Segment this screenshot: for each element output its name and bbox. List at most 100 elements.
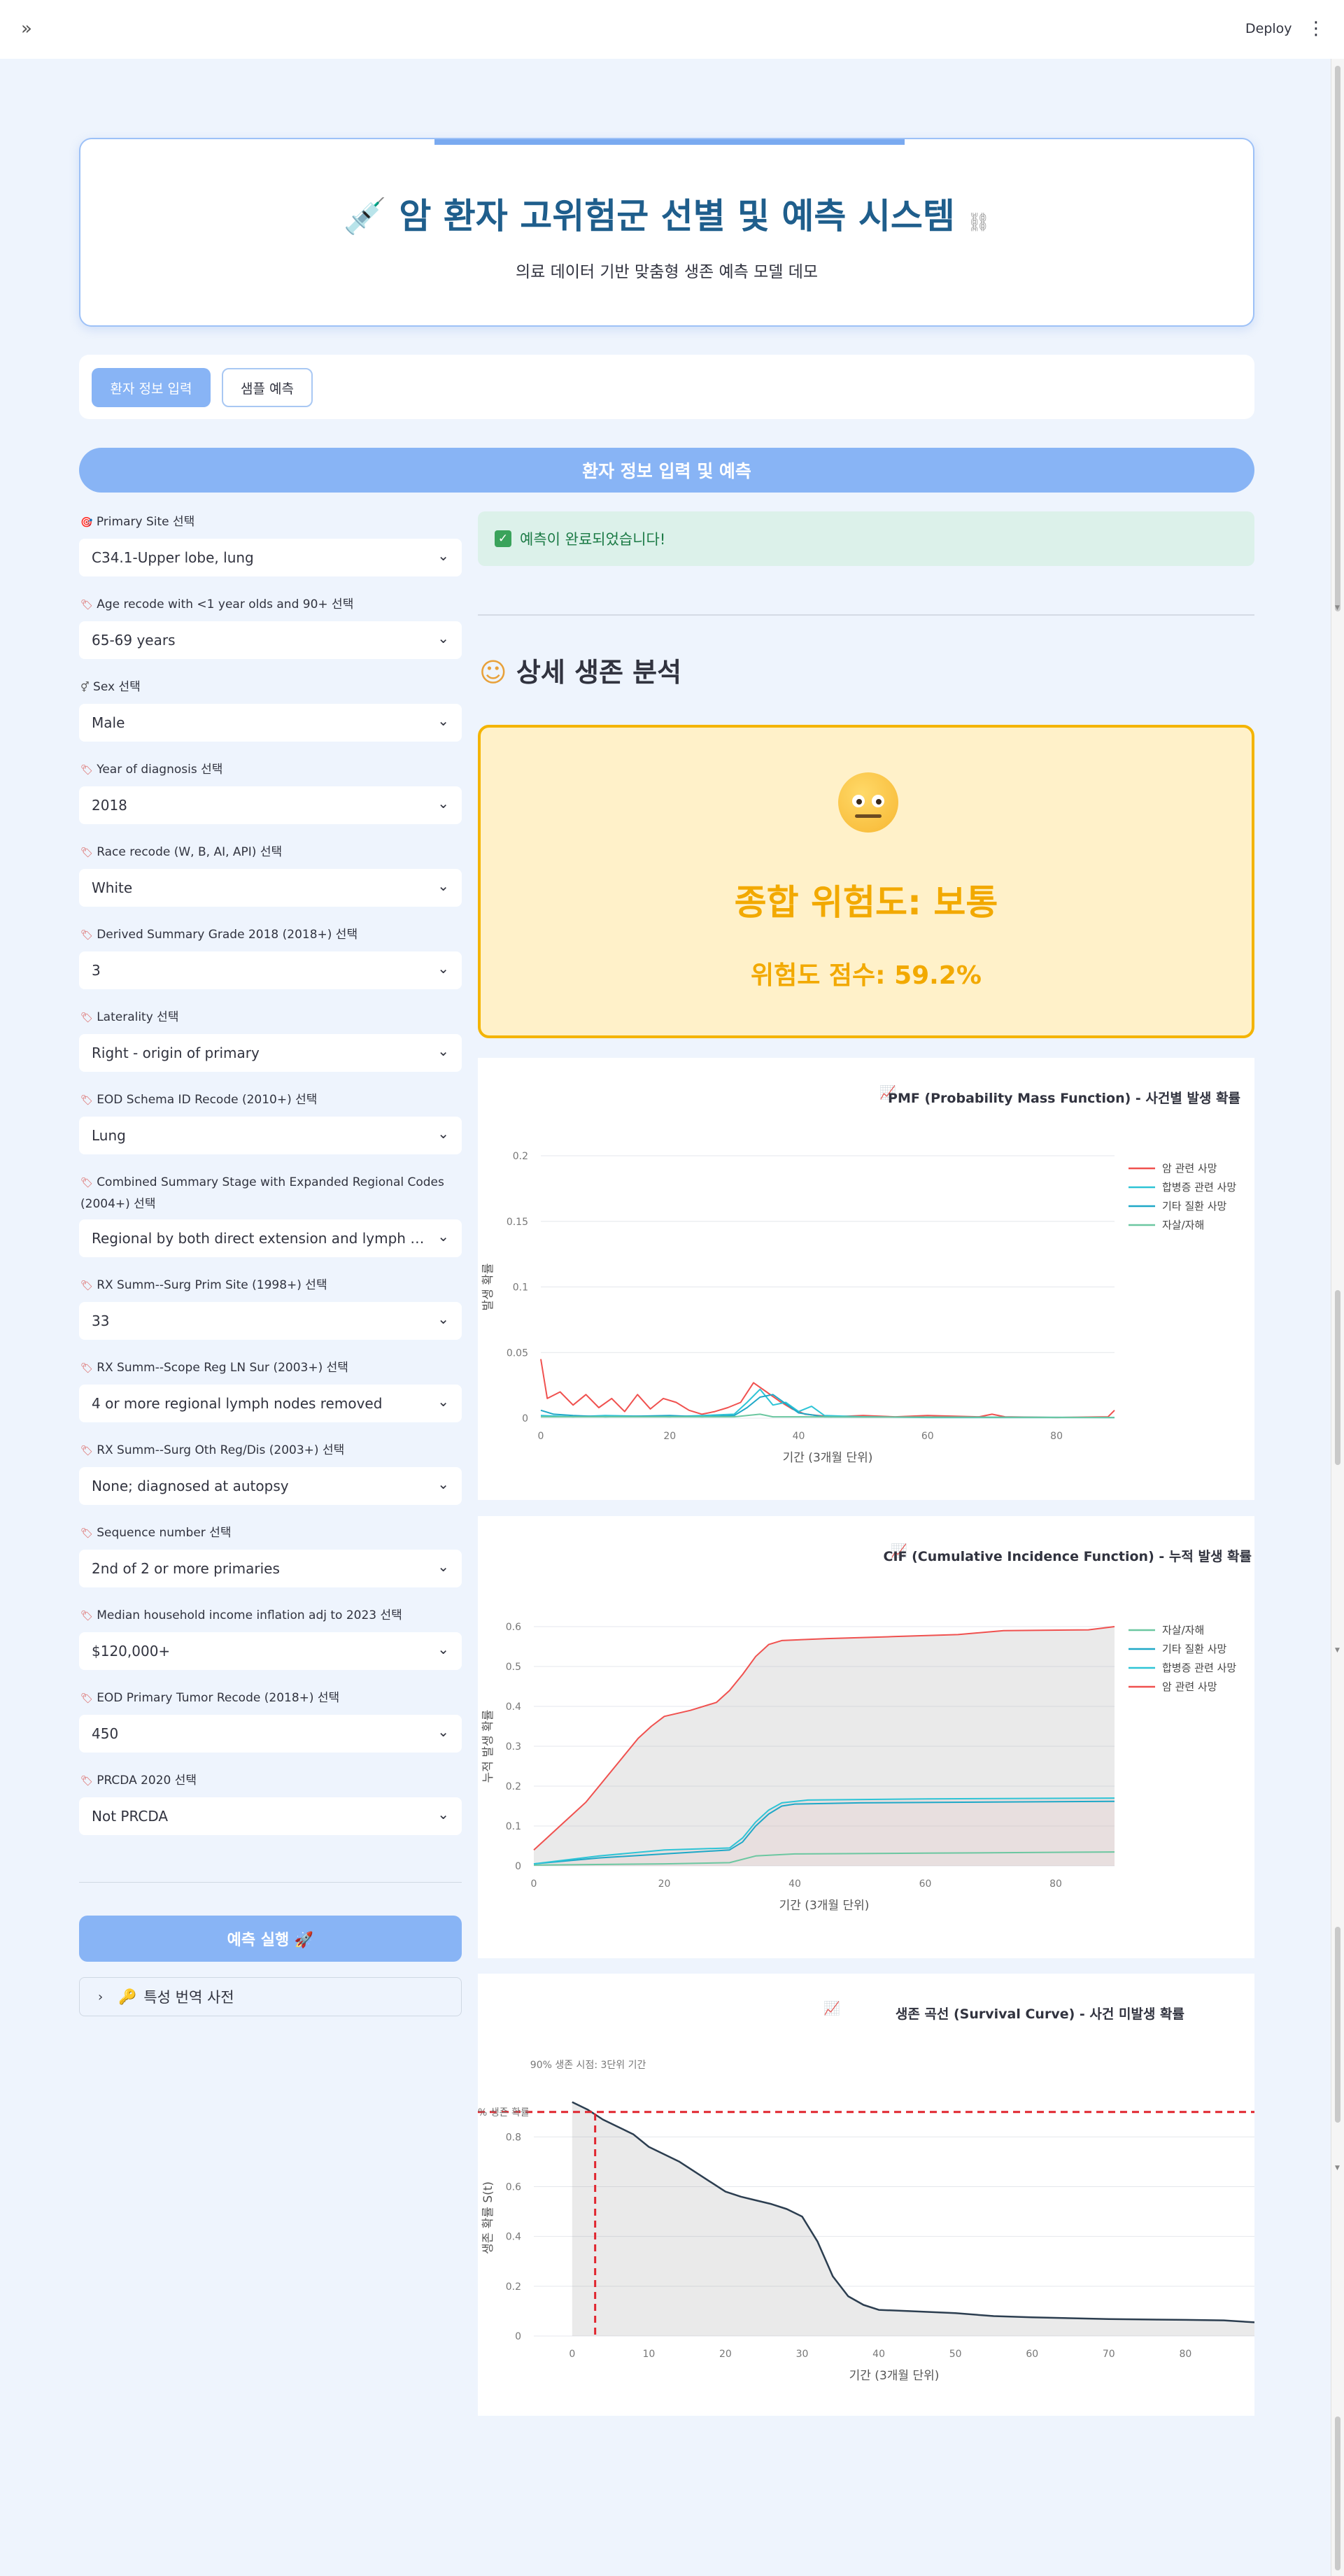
- y-tick-label: 0.6: [506, 2182, 521, 2193]
- select-eod-schema[interactable]: Lung ⌄: [79, 1117, 462, 1154]
- chart-title: CIF (Cumulative Incidence Function) - 누적…: [884, 1548, 1252, 1564]
- section-divider: [478, 614, 1254, 616]
- x-tick-label: 20: [663, 1431, 676, 1442]
- scrollbar[interactable]: ▼ ▼ ▼: [1331, 59, 1344, 2576]
- label-icon: 🏷: [80, 1012, 93, 1024]
- x-tick-label: 40: [872, 2349, 885, 2360]
- survival-chart: 📈 생존 곡선 (Survival Curve) - 사건 미발생 확률 0 0.2 0…: [478, 2000, 1254, 2383]
- chevron-down-icon: ⌄: [437, 712, 449, 729]
- x-axis-title: 기간 (3개월 단위): [779, 1899, 870, 1913]
- select-tumor-recode[interactable]: 450 ⌄: [79, 1715, 462, 1753]
- analysis-heading: ☺ 상세 생존 분석: [479, 657, 682, 688]
- chevron-down-icon: ⌄: [437, 547, 449, 564]
- select-surg-oth[interactable]: None; diagnosed at autopsy ⌄: [79, 1467, 462, 1505]
- gender-icon: ⚥: [80, 682, 90, 693]
- tab-patient-input[interactable]: 환자 정보 입력: [92, 368, 211, 407]
- field-label-grade: 🏷 Derived Summary Grade 2018 (2018+) 선택: [80, 928, 358, 942]
- survival-chart-card: 📈 생존 곡선 (Survival Curve) - 사건 미발생 확률 0 0.2 0…: [478, 1974, 1254, 2416]
- field-label-primary-site: 🎯 Primary Site 선택: [80, 515, 195, 529]
- scroll-down-arrow-icon-2[interactable]: ▼: [1335, 1647, 1340, 1654]
- field-label-sex: ⚥ Sex 선택: [80, 680, 141, 694]
- chevron-down-icon: ⌄: [437, 1641, 449, 1657]
- x-tick-label: 20: [719, 2349, 732, 2360]
- chevron-right-icon: ›: [98, 1989, 104, 2004]
- select-age[interactable]: 65-69 years ⌄: [79, 621, 462, 659]
- label-icon: 🏷: [80, 930, 93, 941]
- success-message: 예측이 완료되었습니다!: [520, 531, 666, 548]
- x-tick-label: 70: [1103, 2349, 1115, 2360]
- label-icon: 🏷: [80, 765, 93, 776]
- x-tick-label: 0: [538, 1431, 544, 1442]
- cif-chart-card: 📈 CIF (Cumulative Incidence Function) - 누…: [478, 1516, 1254, 1958]
- x-tick-label: 30: [796, 2349, 809, 2360]
- field-label-year: 🏷 Year of diagnosis 선택: [80, 763, 223, 777]
- syringe-icon: 💉: [343, 196, 387, 236]
- series-line: [540, 1388, 1115, 1419]
- chevron-down-icon: ⌄: [437, 1042, 449, 1059]
- select-primary-site[interactable]: C34.1-Upper lobe, lung ⌄: [79, 539, 462, 576]
- select-laterality[interactable]: Right - origin of primary ⌄: [79, 1034, 462, 1072]
- kebab-icon[interactable]: ⋮: [1307, 18, 1325, 39]
- run-prediction-button[interactable]: 예측 실행 🚀: [79, 1916, 462, 1962]
- field-label-surg-prim-site: 🏷 RX Summ--Surg Prim Site (1998+) 선택: [80, 1278, 327, 1292]
- x-tick-label: 0: [569, 2349, 575, 2360]
- form-divider: [79, 1882, 462, 1883]
- double-chevron-right-icon[interactable]: »: [21, 18, 32, 39]
- label-icon: 🏷: [80, 1363, 93, 1374]
- label-icon: 🏷: [80, 1280, 93, 1291]
- legend-label: 합병증 관련 사망: [1162, 1662, 1236, 1674]
- reference-x-label: 90% 생존 시점: 3단위 기간: [530, 2060, 646, 2071]
- y-tick-label: 0: [515, 2331, 521, 2342]
- select-grade[interactable]: 3 ⌄: [79, 951, 462, 989]
- select-sequence[interactable]: 2nd of 2 or more primaries ⌄: [79, 1550, 462, 1587]
- select-race[interactable]: White ⌄: [79, 869, 462, 907]
- y-axis-title: 생존 확률 S(t): [481, 2181, 495, 2254]
- header-card: 💉 암 환자 고위험군 선별 및 예측 시스템 ⛓ 의료 데이터 기반 맞춤형 …: [79, 138, 1254, 327]
- y-tick-label: 0.4: [506, 2232, 521, 2243]
- x-tick-label: 60: [919, 1878, 932, 1890]
- x-tick-label: 60: [1026, 2349, 1038, 2360]
- link-icon[interactable]: ⛓: [967, 212, 990, 233]
- x-tick-label: 40: [793, 1431, 805, 1442]
- deploy-button[interactable]: Deploy: [1245, 21, 1292, 36]
- select-scope-reg-ln[interactable]: 4 or more regional lymph nodes removed ⌄: [79, 1385, 462, 1422]
- tab-sample-prediction[interactable]: 샘플 예측: [222, 368, 313, 407]
- expander-label: 특성 번역 사전: [143, 1989, 234, 2006]
- label-icon: 🏷: [80, 1095, 93, 1106]
- field-label-sequence: 🏷 Sequence number 선택: [80, 1526, 232, 1540]
- y-tick-label: 0.5: [506, 1662, 521, 1673]
- select-year[interactable]: 2018 ⌄: [79, 786, 462, 824]
- label-icon: 🏷: [80, 1445, 93, 1457]
- check-icon: ✓: [495, 530, 511, 547]
- x-tick-label: 80: [1050, 1431, 1063, 1442]
- chevron-down-icon: ⌄: [437, 1558, 449, 1575]
- legend-label: 암 관련 사망: [1162, 1680, 1217, 1693]
- y-axis-title: 발생 확률: [481, 1264, 495, 1311]
- legend-label: 자살/자해: [1162, 1219, 1204, 1231]
- feature-dictionary-expander[interactable]: › 🔑 특성 번역 사전: [79, 1977, 462, 2016]
- select-sex[interactable]: Male ⌄: [79, 704, 462, 742]
- scroll-down-arrow-icon[interactable]: ▼: [1335, 604, 1340, 611]
- scrollbar-thumb-2[interactable]: [1335, 1290, 1341, 1465]
- field-label-surg-oth: 🏷 RX Summ--Surg Oth Reg/Dis (2003+) 선택: [80, 1443, 345, 1457]
- field-label-race: 🏷 Race recode (W, B, AI, API) 선택: [80, 845, 283, 859]
- key-icon: 🔑: [118, 1988, 137, 2005]
- x-tick-label: 50: [949, 2349, 962, 2360]
- select-prcda[interactable]: Not PRCDA ⌄: [79, 1797, 462, 1835]
- tab-bar: 환자 정보 입력 샘플 예측: [79, 355, 1254, 419]
- scrollbar-thumb-4[interactable]: [1335, 2416, 1341, 2570]
- chevron-down-icon: ⌄: [437, 630, 449, 646]
- header-accent-bar: [434, 139, 905, 145]
- scroll-down-arrow-icon-3[interactable]: ▼: [1335, 2165, 1340, 2172]
- field-label-age: 🏷 Age recode with <1 year olds and 90+ 선…: [80, 597, 354, 611]
- select-surg-prim-site[interactable]: 33 ⌄: [79, 1302, 462, 1340]
- y-tick-label: 0: [522, 1413, 528, 1424]
- field-label-income: 🏷 Median household income inflation adj …: [80, 1608, 402, 1622]
- select-summary-stage[interactable]: Regional by both direct extension and ly…: [79, 1219, 462, 1257]
- pmf-chart: 📈PMF (Probability Mass Function) - 사건별 발…: [481, 1084, 1240, 1465]
- scrollbar-thumb-3[interactable]: [1335, 1927, 1341, 2123]
- select-income[interactable]: $120,000+ ⌄: [79, 1632, 462, 1670]
- success-alert: ✓ 예측이 완료되었습니다!: [478, 511, 1254, 566]
- scrollbar-thumb[interactable]: [1335, 66, 1341, 611]
- chevron-down-icon: ⌄: [437, 1228, 449, 1245]
